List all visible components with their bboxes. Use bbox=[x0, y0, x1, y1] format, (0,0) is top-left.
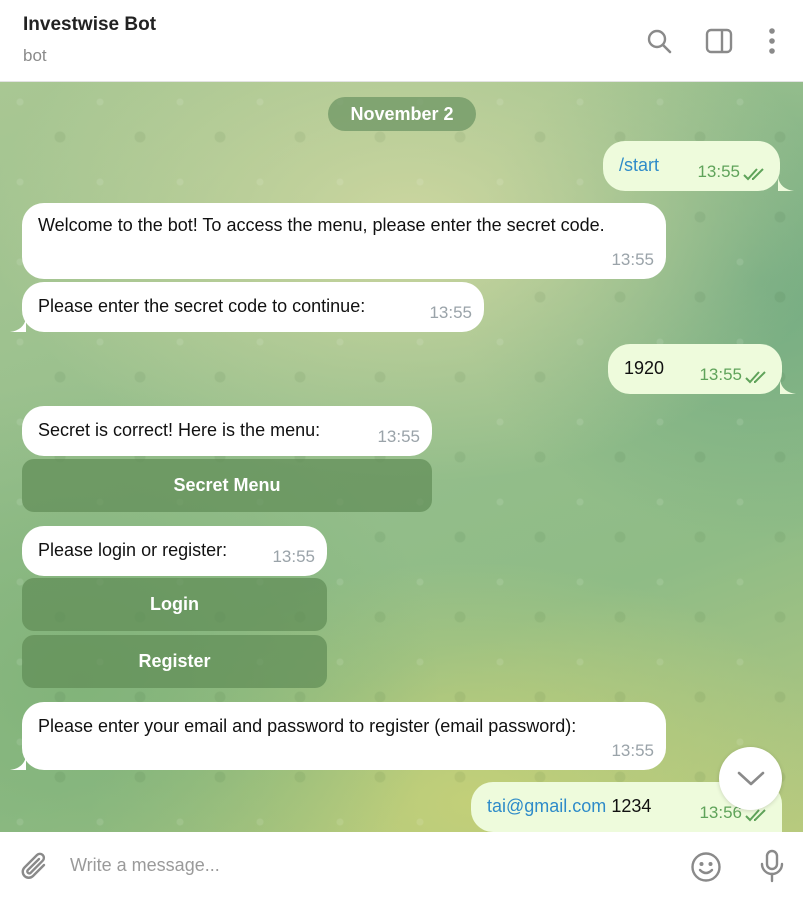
message-text-rest: 1234 bbox=[606, 796, 652, 816]
emoji-icon[interactable] bbox=[689, 850, 723, 884]
bubble-tail bbox=[778, 177, 794, 191]
chat-area[interactable]: November 2 /start 13:55 Welcome to the b… bbox=[0, 82, 803, 832]
search-icon[interactable] bbox=[644, 26, 674, 56]
message-time: 13:55 bbox=[611, 741, 654, 760]
bubble-tail bbox=[10, 318, 26, 332]
bubble-tail bbox=[10, 756, 26, 770]
register-button[interactable]: Register bbox=[22, 635, 327, 688]
date-separator: November 2 bbox=[328, 97, 476, 131]
message-time: 13:55 bbox=[699, 365, 742, 384]
message-text: tai@gmail.com 1234 bbox=[487, 793, 651, 819]
chat-title[interactable]: Investwise Bot bbox=[23, 14, 156, 36]
message-incoming[interactable]: Please login or register: 13:55 bbox=[22, 526, 327, 576]
message-incoming[interactable]: Please enter your email and password to … bbox=[22, 702, 666, 770]
message-incoming[interactable]: Welcome to the bot! To access the menu, … bbox=[22, 203, 666, 279]
message-time: 13:55 bbox=[377, 427, 420, 446]
message-incoming[interactable]: Please enter the secret code to continue… bbox=[22, 282, 484, 332]
message-composer bbox=[0, 832, 803, 899]
message-text: 1920 bbox=[624, 358, 665, 378]
message-time: 13:55 bbox=[611, 250, 654, 269]
microphone-icon[interactable] bbox=[755, 848, 789, 884]
email-link[interactable]: tai@gmail.com bbox=[487, 796, 606, 816]
message-incoming[interactable]: Secret is correct! Here is the menu: 13:… bbox=[22, 406, 432, 456]
command-link[interactable]: /start bbox=[619, 152, 659, 178]
message-outgoing[interactable]: 1920 13:55 bbox=[608, 344, 782, 394]
message-text: Please enter the secret code to continue… bbox=[38, 296, 366, 316]
message-outgoing[interactable]: /start 13:55 bbox=[603, 141, 780, 191]
message-text: Welcome to the bot! To access the menu, … bbox=[38, 215, 605, 235]
sidebar-toggle-icon[interactable] bbox=[704, 26, 734, 56]
secret-menu-button[interactable]: Secret Menu bbox=[22, 459, 432, 512]
message-input[interactable] bbox=[70, 846, 660, 884]
more-vertical-icon[interactable] bbox=[757, 26, 787, 56]
chat-subtitle: bot bbox=[23, 46, 47, 65]
message-time: 13:55 bbox=[697, 162, 740, 181]
message-time: 13:55 bbox=[429, 303, 472, 322]
message-text: Please enter your email and password to … bbox=[38, 716, 577, 736]
scroll-to-bottom-button[interactable] bbox=[719, 747, 782, 810]
chevron-down-icon bbox=[737, 771, 764, 785]
chat-header: Investwise Bot bot bbox=[0, 0, 803, 82]
message-time: 13:55 bbox=[272, 547, 315, 566]
message-text: Secret is correct! Here is the menu: bbox=[38, 420, 321, 440]
read-checkmarks-icon bbox=[745, 371, 766, 384]
attach-icon[interactable] bbox=[18, 850, 52, 884]
login-button[interactable]: Login bbox=[22, 578, 327, 631]
bubble-tail bbox=[780, 380, 796, 394]
read-checkmarks-icon bbox=[743, 168, 764, 181]
message-text: Please login or register: bbox=[38, 540, 228, 560]
